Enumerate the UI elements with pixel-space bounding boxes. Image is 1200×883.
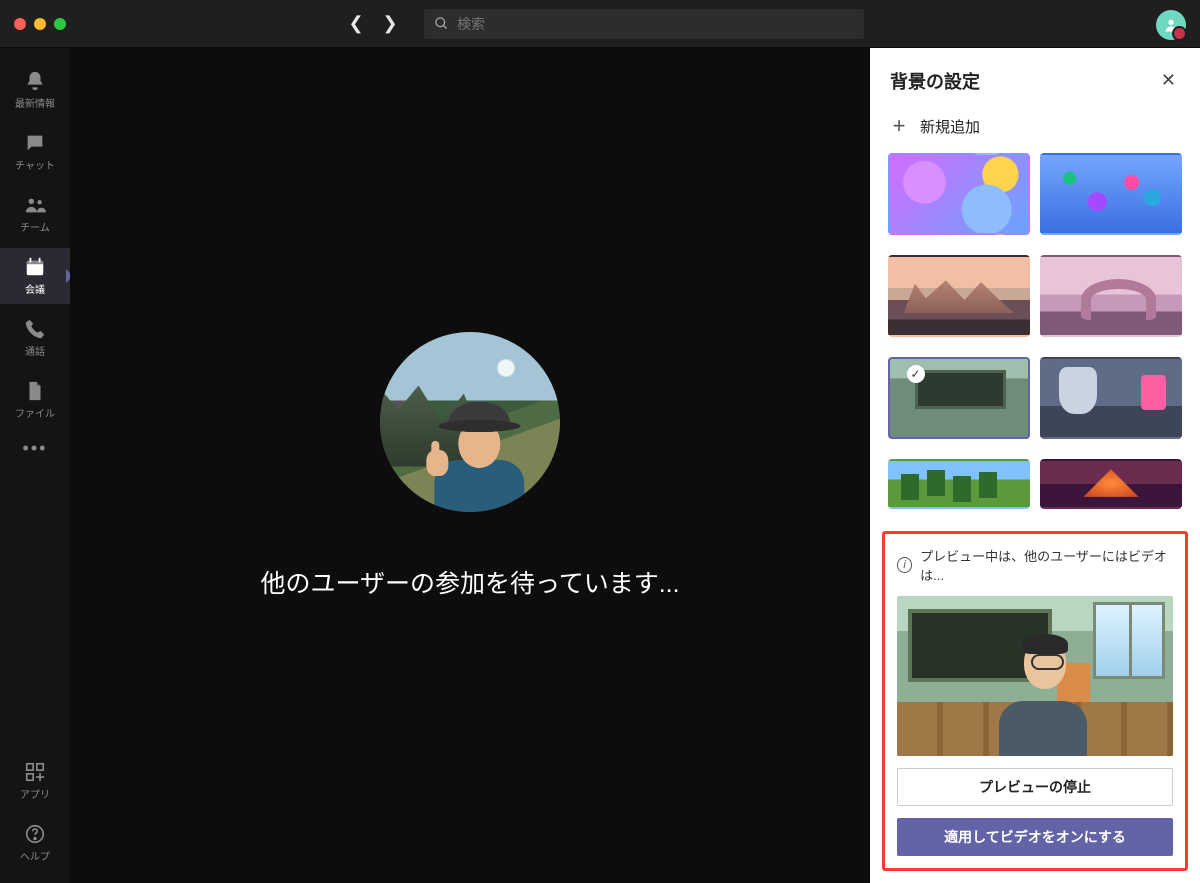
nav-forward-button[interactable]: ❯	[380, 13, 400, 34]
sidebar-item-chat[interactable]: チャット	[0, 124, 70, 180]
background-option[interactable]	[1040, 153, 1182, 235]
profile-avatar[interactable]	[1156, 10, 1186, 40]
background-settings-panel: 背景の設定 ✕ + 新規追加 i プレビュー中は、他のユーザーにはビデオは...	[870, 48, 1200, 883]
chat-icon	[24, 132, 46, 154]
background-grid	[870, 153, 1200, 519]
sidebar-label: 通話	[25, 343, 45, 358]
self-avatar	[380, 332, 560, 512]
plus-icon: +	[890, 113, 908, 139]
calendar-icon	[24, 256, 46, 278]
background-option[interactable]	[1040, 459, 1182, 509]
preview-info-row: i プレビュー中は、他のユーザーにはビデオは...	[897, 546, 1173, 584]
sidebar-label: アプリ	[20, 786, 50, 801]
title-bar: ❮ ❯	[0, 0, 1200, 48]
add-new-label: 新規追加	[920, 116, 980, 137]
search-icon	[434, 16, 449, 31]
preview-card: i プレビュー中は、他のユーザーにはビデオは... プレビューの停止 適用してビ…	[882, 531, 1188, 871]
background-option[interactable]	[1040, 357, 1182, 439]
sidebar-item-teams[interactable]: チーム	[0, 186, 70, 242]
preview-video	[897, 596, 1173, 756]
close-icon[interactable]: ✕	[1157, 66, 1180, 95]
close-window-button[interactable]	[14, 18, 26, 30]
maximize-window-button[interactable]	[54, 18, 66, 30]
meeting-stage: 他のユーザーの参加を待っています...	[70, 48, 870, 883]
history-nav: ❮ ❯	[346, 13, 400, 34]
person-icon	[1163, 17, 1179, 33]
apps-icon	[24, 761, 46, 783]
sidebar-label: チーム	[20, 219, 50, 234]
file-icon	[24, 380, 46, 402]
sidebar-label: ファイル	[15, 405, 55, 420]
phone-icon	[24, 318, 46, 340]
panel-title: 背景の設定	[890, 68, 980, 94]
stop-preview-button[interactable]: プレビューの停止	[897, 768, 1173, 806]
apply-video-on-button[interactable]: 適用してビデオをオンにする	[897, 818, 1173, 856]
sidebar-item-meetings[interactable]: 会議	[0, 248, 70, 304]
nav-back-button[interactable]: ❮	[346, 13, 366, 34]
minimize-window-button[interactable]	[34, 18, 46, 30]
search-bar[interactable]	[424, 9, 864, 39]
sidebar-item-apps[interactable]: アプリ	[0, 753, 70, 809]
sidebar-item-files[interactable]: ファイル	[0, 372, 70, 428]
info-icon: i	[897, 557, 912, 573]
help-icon	[24, 823, 46, 845]
app-sidebar: 最新情報 チャット チーム 会議 通話 ファイル ••• アプリ	[0, 48, 70, 883]
sidebar-label: チャット	[15, 157, 55, 172]
waiting-text: 他のユーザーの参加を待っています...	[260, 564, 679, 600]
sidebar-item-calls[interactable]: 通話	[0, 310, 70, 366]
add-new-background-button[interactable]: + 新規追加	[870, 109, 1200, 153]
sidebar-item-help[interactable]: ヘルプ	[0, 815, 70, 871]
sidebar-label: ヘルプ	[20, 848, 50, 863]
window-controls	[14, 18, 66, 30]
background-option[interactable]	[888, 459, 1030, 509]
sidebar-item-activity[interactable]: 最新情報	[0, 62, 70, 118]
background-option-selected[interactable]	[888, 357, 1030, 439]
teams-icon	[24, 194, 46, 216]
preview-info-text: プレビュー中は、他のユーザーにはビデオは...	[920, 546, 1173, 584]
background-option[interactable]	[1040, 255, 1182, 337]
background-option[interactable]	[888, 153, 1030, 235]
sidebar-label: 最新情報	[15, 95, 55, 110]
sidebar-more-button[interactable]: •••	[23, 438, 48, 459]
bell-icon	[24, 70, 46, 92]
search-input[interactable]	[457, 16, 854, 32]
sidebar-label: 会議	[25, 281, 45, 296]
background-option[interactable]	[888, 255, 1030, 337]
